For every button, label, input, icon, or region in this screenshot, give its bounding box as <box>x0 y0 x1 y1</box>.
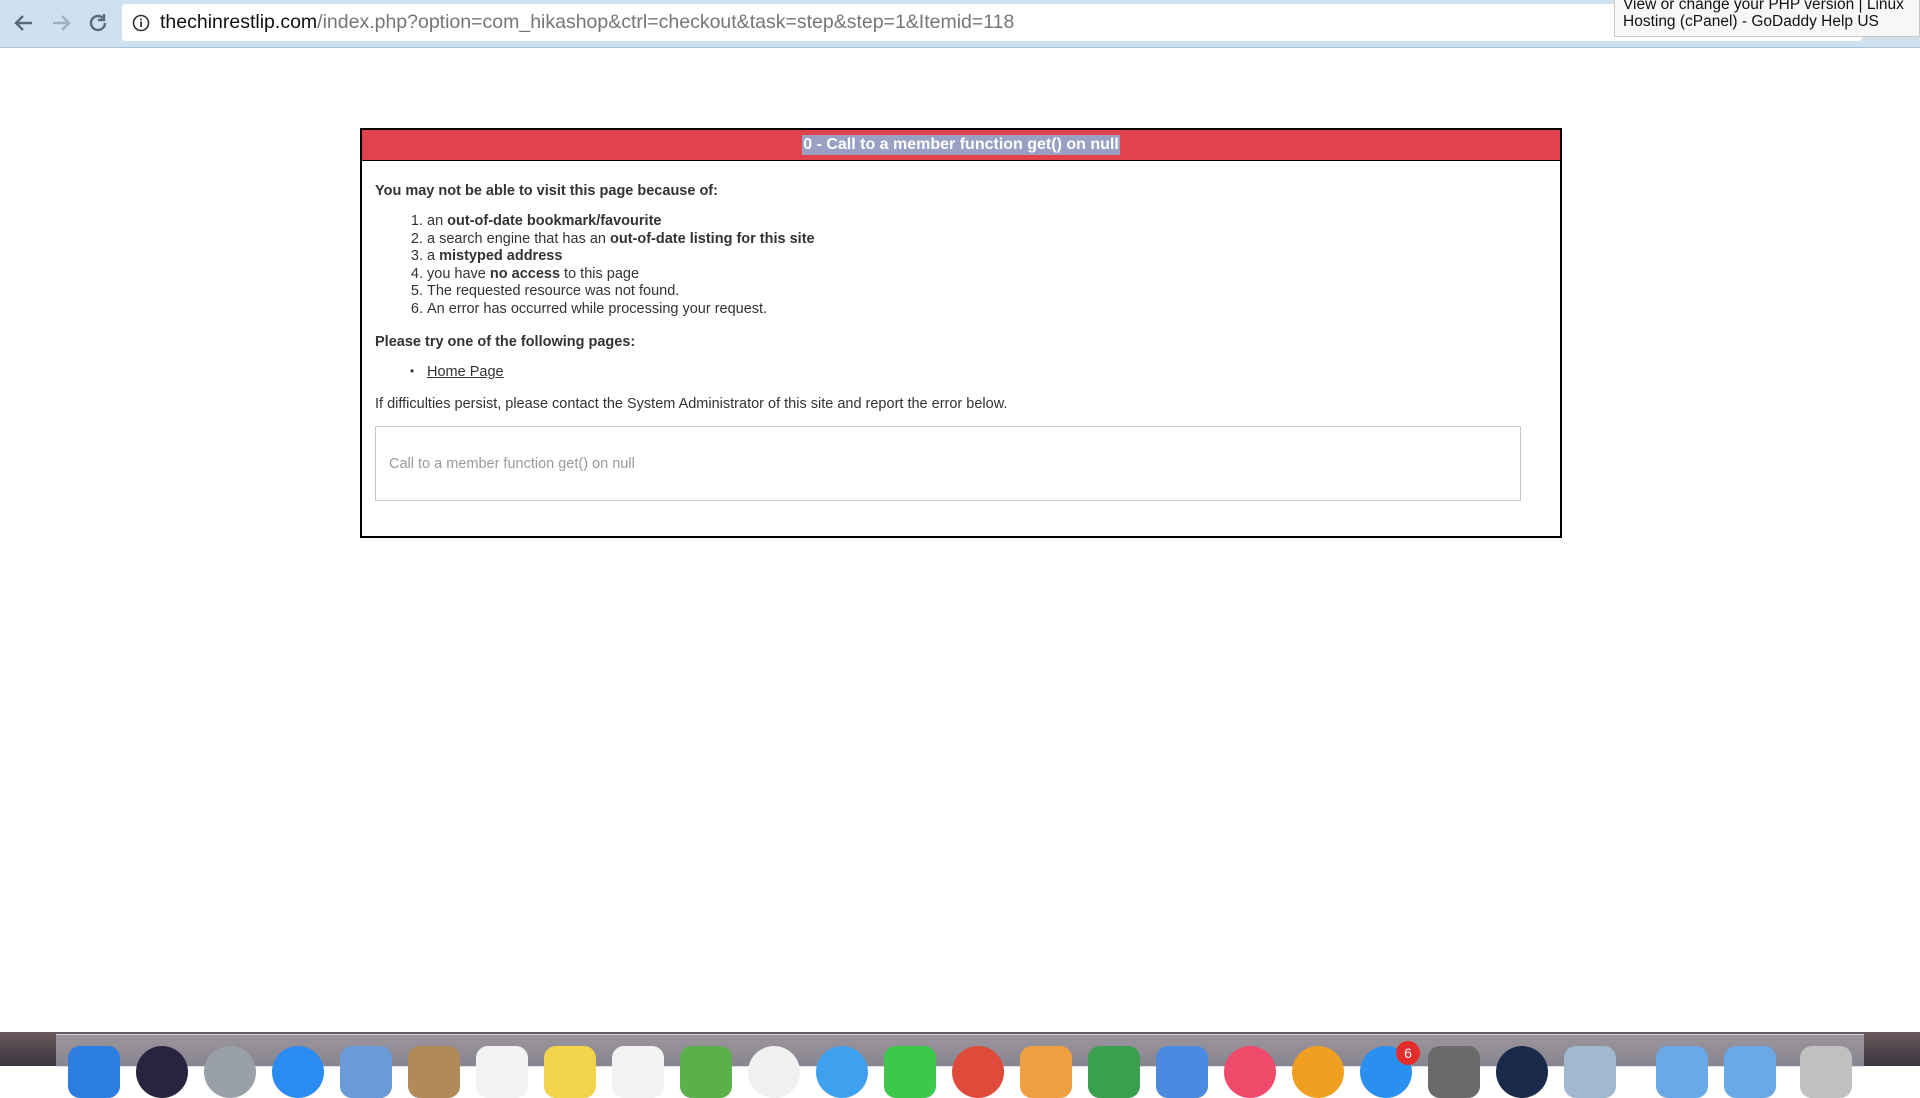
system-preferences-icon[interactable] <box>1428 1046 1480 1098</box>
reasons-list: an out-of-date bookmark/favourite a sear… <box>375 213 1560 318</box>
try-heading: Please try one of the following pages: <box>375 334 636 350</box>
reason-item: a search engine that has an out-of-date … <box>427 231 1560 249</box>
reason-item: a mistyped address <box>427 248 1560 266</box>
steam-icon[interactable] <box>1496 1046 1548 1098</box>
forward-arrow-icon <box>53 15 71 31</box>
error-message-box: Call to a member function get() on null <box>375 426 1521 501</box>
reason-item: The requested resource was not found. <box>427 283 1560 301</box>
preview-icon[interactable] <box>1564 1046 1616 1098</box>
trash-icon[interactable] <box>1800 1046 1852 1098</box>
reload-button[interactable] <box>83 8 113 38</box>
error-intro: You may not be able to visit this page b… <box>375 183 718 199</box>
calendar-icon[interactable] <box>476 1046 528 1098</box>
messages-icon[interactable] <box>816 1046 868 1098</box>
facetime-icon[interactable] <box>884 1046 936 1098</box>
chrome-icon[interactable] <box>952 1046 1004 1098</box>
tab-tooltip: View or change your PHP version | Linux … <box>1614 0 1920 37</box>
mail-icon[interactable] <box>340 1046 392 1098</box>
tooltip-line-2: Hosting (cPanel) - GoDaddy Help US <box>1623 13 1879 30</box>
reason-item: An error has occurred while processing y… <box>427 301 1560 319</box>
back-arrow-icon <box>14 15 32 31</box>
reason-item: an out-of-date bookmark/favourite <box>427 213 1560 231</box>
downloads-folder-icon[interactable] <box>1724 1046 1776 1098</box>
pages-list: Home Page <box>375 364 1560 380</box>
notes-icon[interactable] <box>544 1046 596 1098</box>
folder-icon[interactable] <box>1656 1046 1708 1098</box>
address-bar[interactable]: thechinrestlip.com/index.php?option=com_… <box>122 4 1862 41</box>
pages-icon[interactable] <box>1020 1046 1072 1098</box>
reload-icon <box>89 14 107 32</box>
contact-text: If difficulties persist, please contact … <box>375 396 1008 412</box>
reminders-icon[interactable] <box>612 1046 664 1098</box>
keynote-icon[interactable] <box>1156 1046 1208 1098</box>
error-panel: 0 - Call to a member function get() on n… <box>360 128 1562 538</box>
launchpad-icon[interactable] <box>204 1046 256 1098</box>
siri-icon[interactable] <box>136 1046 188 1098</box>
url-path: /index.php?option=com_hikashop&ctrl=chec… <box>317 11 1015 33</box>
tooltip-line-1: View or change your PHP version | Linux <box>1623 0 1904 13</box>
reason-item: you have no access to this page <box>427 266 1560 284</box>
info-icon[interactable] <box>132 14 150 32</box>
maps-icon[interactable] <box>680 1046 732 1098</box>
url-text: thechinrestlip.com/index.php?option=com_… <box>160 11 1014 34</box>
error-title: 0 - Call to a member function get() on n… <box>802 135 1120 155</box>
pages-list-item: Home Page <box>410 364 1560 380</box>
contacts-icon[interactable] <box>408 1046 460 1098</box>
home-page-link[interactable]: Home Page <box>427 364 504 380</box>
finder-icon[interactable] <box>68 1046 120 1098</box>
safari-icon[interactable] <box>272 1046 324 1098</box>
ibooks-icon[interactable] <box>1292 1046 1344 1098</box>
error-message: Call to a member function get() on null <box>389 455 635 472</box>
forward-button[interactable] <box>46 8 76 38</box>
error-header: 0 - Call to a member function get() on n… <box>362 130 1560 161</box>
error-body: You may not be able to visit this page b… <box>362 161 1560 412</box>
numbers-icon[interactable] <box>1088 1046 1140 1098</box>
back-button[interactable] <box>9 8 39 38</box>
url-domain: thechinrestlip.com <box>160 11 318 33</box>
app-store-badge: 6 <box>1396 1041 1420 1065</box>
browser-toolbar: thechinrestlip.com/index.php?option=com_… <box>0 0 1920 48</box>
itunes-icon[interactable] <box>1224 1046 1276 1098</box>
photos-icon[interactable] <box>748 1046 800 1098</box>
